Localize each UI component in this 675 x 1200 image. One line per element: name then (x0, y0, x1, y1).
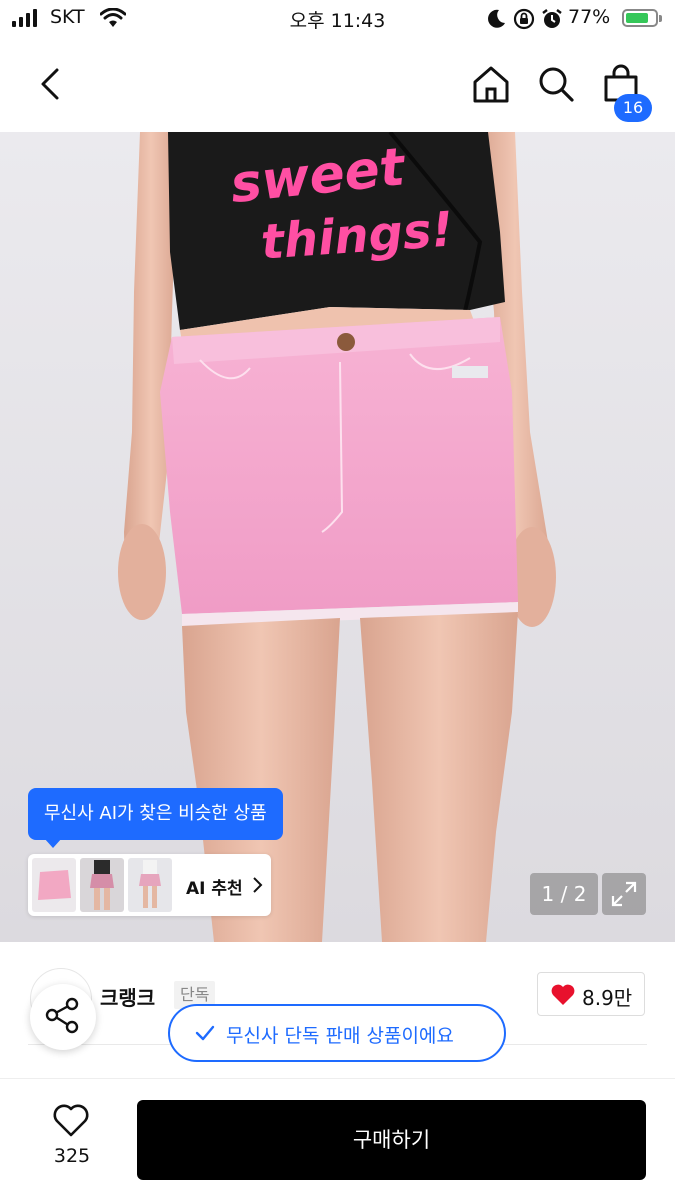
battery-charging-icon (622, 9, 658, 27)
expand-button[interactable] (602, 873, 646, 915)
home-icon[interactable] (470, 62, 512, 106)
tooltip-tail (44, 838, 62, 848)
heart-filled-icon (551, 984, 575, 1005)
search-icon[interactable] (535, 62, 577, 106)
recommend-thumb-3 (128, 858, 172, 912)
ai-recommend-label: AI 추천 (186, 879, 243, 899)
top-nav: 16 (0, 38, 675, 132)
exclusive-notice: 무신사 단독 판매 상품이에요 (168, 1004, 506, 1062)
image-pager: 1 / 2 (530, 873, 598, 915)
share-button[interactable] (30, 984, 96, 1050)
check-icon (195, 1025, 215, 1041)
expand-icon (611, 881, 637, 907)
cart-badge: 16 (614, 94, 652, 122)
brand-like-count: 8.9만 (582, 986, 633, 1010)
orientation-lock-icon (513, 8, 535, 30)
recommend-thumb-2 (80, 858, 124, 912)
brand-like-button[interactable]: 8.9만 (537, 972, 645, 1016)
ai-similar-tooltip: 무신사 AI가 찾은 비슷한 상품 (28, 788, 283, 840)
moon-icon (488, 9, 505, 28)
exclusive-notice-text: 무신사 단독 판매 상품이에요 (226, 1025, 454, 1047)
back-icon[interactable] (32, 62, 72, 106)
battery-percent: 77% (568, 6, 611, 28)
product-image[interactable]: sweet things! 무신사 AI가 찾은 비슷한 상품 AI 추천 1 … (0, 132, 675, 942)
ai-recommend-card[interactable]: AI 추천 (28, 854, 271, 916)
recommend-thumb-1 (32, 858, 76, 912)
bottom-bar: 325 구매하기 (0, 1078, 675, 1200)
buy-button[interactable]: 구매하기 (137, 1100, 646, 1180)
chevron-right-icon (253, 877, 263, 893)
heart-outline-icon (53, 1104, 89, 1137)
alarm-icon (542, 9, 562, 28)
status-bar: SKT 오후 11:43 77% (0, 0, 675, 38)
wishlist-count: 325 (53, 1145, 91, 1167)
brand-name[interactable]: 크랭크 (100, 982, 155, 1011)
share-icon (45, 997, 79, 1034)
